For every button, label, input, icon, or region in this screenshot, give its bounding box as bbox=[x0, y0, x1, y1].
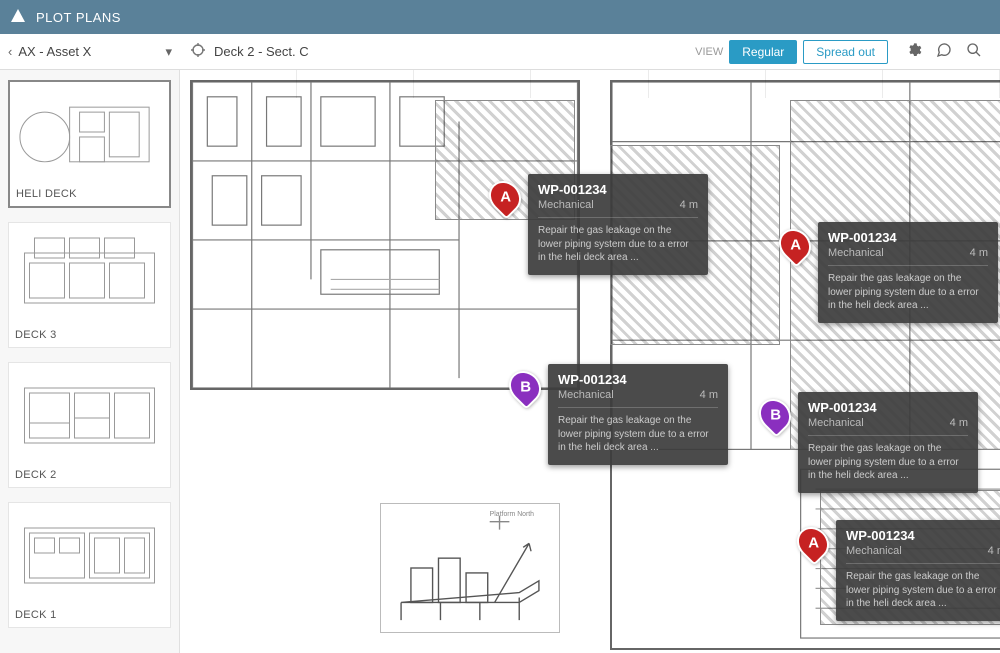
card-distance: 4 m bbox=[988, 545, 1000, 557]
sidebar-item-heli-deck[interactable]: HELI DECK bbox=[8, 80, 171, 208]
card-description: Repair the gas leakage on the lower pipi… bbox=[828, 272, 988, 313]
map-marker[interactable]: B bbox=[510, 370, 540, 404]
search-icon[interactable] bbox=[966, 42, 982, 61]
view-toggle: Regular Spread out bbox=[729, 40, 888, 64]
card-subtitle: Mechanical bbox=[808, 417, 864, 429]
app-bar: PLOT PLANS bbox=[0, 0, 1000, 34]
card-distance: 4 m bbox=[680, 199, 698, 211]
breadcrumb: Deck 2 - Sect. C bbox=[214, 44, 309, 59]
gear-icon[interactable] bbox=[906, 42, 922, 61]
workorder-card[interactable]: WP-001234 Mechanical 4 m Repair the gas lea… bbox=[528, 174, 708, 275]
asset-selector[interactable]: AX - Asset X bbox=[18, 44, 159, 59]
card-title: WP-001234 bbox=[808, 400, 968, 415]
workorder-card[interactable]: WP-001234 Mechanical 4 m Repair the gas lea… bbox=[798, 392, 978, 493]
chat-icon[interactable] bbox=[936, 42, 952, 61]
sidebar-item-label: DECK 2 bbox=[9, 463, 170, 487]
card-description: Repair the gas leakage on the lower pipi… bbox=[558, 414, 718, 455]
card-subtitle: Mechanical bbox=[558, 389, 614, 401]
card-distance: 4 m bbox=[700, 389, 718, 401]
view-regular-button[interactable]: Regular bbox=[729, 40, 797, 64]
card-distance: 4 m bbox=[950, 417, 968, 429]
card-title: WP-001234 bbox=[538, 182, 698, 197]
map-marker[interactable]: A bbox=[798, 526, 828, 560]
workorder-card[interactable]: WP-001234 Mechanical 4 m Repair the gas lea… bbox=[818, 222, 998, 323]
sidebar-item-label: HELI DECK bbox=[10, 182, 169, 206]
sidebar-item-deck-3[interactable]: DECK 3 bbox=[8, 222, 171, 348]
target-icon[interactable] bbox=[190, 42, 206, 61]
card-description: Repair the gas leakage on the lower pipi… bbox=[538, 224, 698, 265]
map-marker[interactable]: A bbox=[490, 180, 520, 214]
plan-canvas[interactable]: Platform North A WP-001234 Mechanical 4 m Re… bbox=[180, 70, 1000, 653]
sidebar-item-label: DECK 3 bbox=[9, 323, 170, 347]
sidebar-item-deck-1[interactable]: DECK 1 bbox=[8, 502, 171, 628]
app-logo-icon bbox=[10, 8, 26, 27]
card-subtitle: Mechanical bbox=[538, 199, 594, 211]
sidebar-item-label: DECK 1 bbox=[9, 603, 170, 627]
card-title: WP-001234 bbox=[828, 230, 988, 245]
thumbnail-icon bbox=[9, 503, 170, 603]
map-marker[interactable]: A bbox=[780, 228, 810, 262]
sidebar: HELI DECK DECK 3 DECK 2 DECK 1 bbox=[0, 70, 180, 653]
thumbnail-icon bbox=[9, 223, 170, 323]
card-distance: 4 m bbox=[970, 247, 988, 259]
card-title: WP-001234 bbox=[846, 528, 1000, 543]
card-subtitle: Mechanical bbox=[846, 545, 902, 557]
view-spread-button[interactable]: Spread out bbox=[803, 40, 888, 64]
view-label: VIEW bbox=[695, 46, 723, 58]
card-description: Repair the gas leakage on the lower pipi… bbox=[846, 570, 1000, 611]
map-marker[interactable]: B bbox=[760, 398, 790, 432]
workorder-card[interactable]: WP-001234 Mechanical 4 m Repair the gas lea… bbox=[836, 520, 1000, 621]
chevron-down-icon[interactable]: ▾ bbox=[165, 44, 172, 60]
thumbnail-icon bbox=[10, 82, 169, 182]
back-icon[interactable]: ‹ bbox=[8, 44, 12, 59]
toolbar: ‹ AX - Asset X ▾ Deck 2 - Sect. C VIEW R… bbox=[0, 34, 1000, 70]
card-description: Repair the gas leakage on the lower pipi… bbox=[808, 442, 968, 483]
thumbnail-icon bbox=[9, 363, 170, 463]
platform-sketch: Platform North bbox=[380, 503, 560, 633]
app-title: PLOT PLANS bbox=[36, 10, 121, 25]
card-subtitle: Mechanical bbox=[828, 247, 884, 259]
card-title: WP-001234 bbox=[558, 372, 718, 387]
svg-text:Platform North: Platform North bbox=[490, 511, 534, 518]
sidebar-item-deck-2[interactable]: DECK 2 bbox=[8, 362, 171, 488]
workorder-card[interactable]: WP-001234 Mechanical 4 m Repair the gas lea… bbox=[548, 364, 728, 465]
